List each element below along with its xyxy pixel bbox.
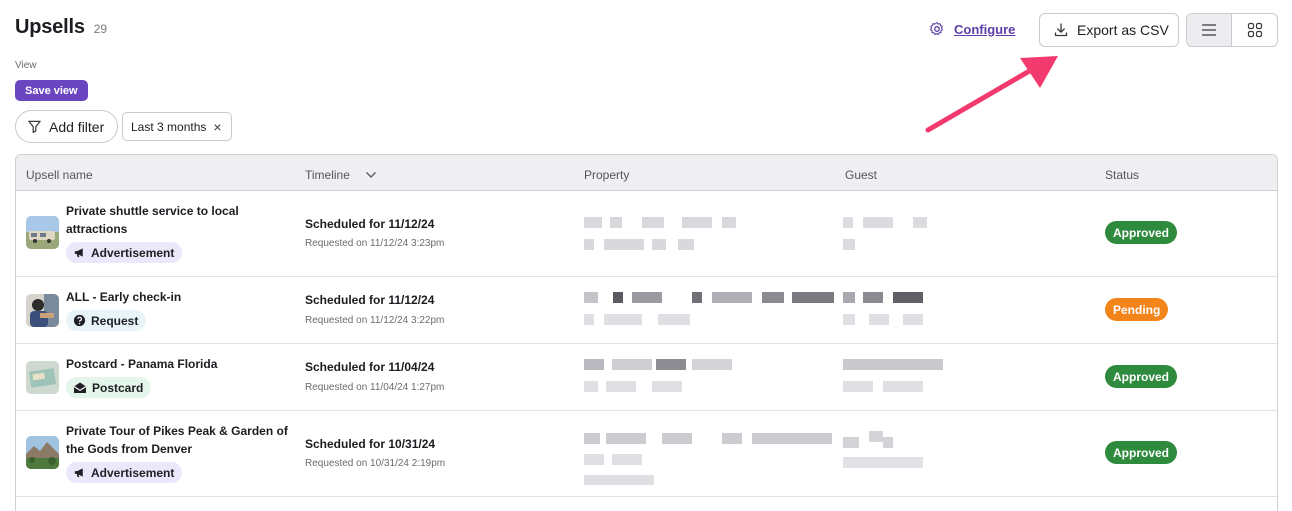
megaphone-icon (74, 248, 83, 258)
item-count: 29 (93, 22, 108, 36)
upsell-type-tag: Advertisement (66, 242, 183, 263)
filter-icon (28, 120, 41, 133)
annotation-arrow-icon (925, 56, 1058, 133)
close-icon[interactable]: × (213, 120, 221, 134)
export-csv-button[interactable]: Export as CSV (1039, 13, 1179, 47)
upsell-thumbnail (26, 216, 59, 249)
view-label: View (15, 60, 37, 71)
upsell-type-label: Request (91, 313, 139, 328)
requested-date: Requested on 11/04/24 1:27pm (305, 382, 445, 393)
add-filter-button[interactable]: Add filter (15, 110, 118, 143)
scheduled-date: Scheduled for 11/12/24 (305, 217, 435, 231)
save-view-button[interactable]: Save view (15, 80, 88, 101)
upsell-name[interactable]: Private Tour of Pikes Peak & Garden of t… (66, 422, 296, 458)
megaphone-icon (74, 468, 83, 478)
upsell-name[interactable]: Private shuttle service to local attract… (66, 202, 296, 238)
scheduled-date: Scheduled for 11/04/24 (305, 360, 435, 374)
upsells-table: Upsell name Timeline Property Guest Stat… (15, 154, 1278, 511)
view-toggle (1186, 13, 1278, 47)
download-icon (1054, 23, 1068, 37)
status-badge: Approved (1105, 365, 1178, 388)
column-header-timeline[interactable]: Timeline (305, 168, 377, 182)
add-filter-label: Add filter (49, 118, 105, 135)
question-icon (73, 314, 86, 327)
upsell-type-tag: Advertisement (66, 462, 183, 483)
column-header-guest[interactable]: Guest (845, 168, 877, 182)
column-header-timeline-label: Timeline (305, 168, 350, 182)
upsell-name[interactable]: Postcard - Panama Florida (66, 355, 296, 373)
upsell-type-tag: Request (66, 310, 147, 331)
guest-redacted (843, 287, 953, 337)
chevron-down-icon (365, 172, 376, 178)
configure-link[interactable]: Configure (929, 21, 1015, 37)
table-header: Upsell name Timeline Property Guest Stat… (16, 155, 1277, 191)
export-csv-label: Export as CSV (1077, 22, 1169, 38)
upsell-type-label: Advertisement (91, 465, 175, 480)
upsell-name[interactable]: ALL - Early check-in (66, 288, 296, 306)
filter-chip-label: Last 3 months (131, 119, 207, 134)
status-badge: Approved (1105, 221, 1178, 244)
column-header-status[interactable]: Status (1105, 168, 1139, 182)
filter-chip-date-range[interactable]: Last 3 months × (122, 112, 232, 141)
table-row[interactable]: Private Tour of Pikes Peak & Garden of t… (16, 411, 1277, 497)
list-view-button[interactable] (1187, 14, 1233, 46)
configure-label: Configure (954, 21, 1016, 37)
requested-date: Requested on 11/12/24 3:23pm (305, 238, 445, 249)
property-redacted (582, 287, 842, 337)
property-redacted (582, 354, 782, 404)
property-redacted (582, 427, 842, 487)
upsell-type-tag: Postcard (66, 377, 152, 398)
table-row[interactable]: Private shuttle service to local attract… (16, 191, 1277, 277)
upsell-type-label: Postcard (92, 380, 144, 395)
guest-redacted (843, 211, 973, 267)
column-header-property[interactable]: Property (584, 168, 629, 182)
status-badge: Pending (1105, 298, 1169, 321)
requested-date: Requested on 11/12/24 3:22pm (305, 315, 445, 326)
guest-redacted (843, 427, 953, 487)
table-row[interactable]: ALL - Early check-in Request Scheduled f… (16, 277, 1277, 344)
page-header: Upsells 29 (15, 16, 107, 39)
upsell-thumbnail (26, 361, 59, 394)
gear-icon (929, 21, 944, 36)
list-icon (1202, 24, 1216, 36)
status-badge: Approved (1105, 441, 1178, 464)
table-row[interactable]: Postcard - Panama Florida Postcard Sched… (16, 344, 1277, 411)
scheduled-date: Scheduled for 10/31/24 (305, 437, 436, 451)
guest-redacted (843, 354, 953, 404)
upsell-thumbnail (26, 436, 59, 469)
grid-icon (1247, 22, 1262, 38)
page-title: Upsells (15, 16, 85, 38)
scheduled-date: Scheduled for 11/12/24 (305, 293, 435, 307)
column-header-name[interactable]: Upsell name (26, 168, 93, 182)
upsell-thumbnail (26, 294, 59, 327)
requested-date: Requested on 10/31/24 2:19pm (305, 458, 446, 469)
envelope-icon (73, 382, 87, 393)
upsell-type-label: Advertisement (91, 245, 175, 260)
grid-view-button[interactable] (1232, 14, 1277, 46)
property-redacted (582, 211, 832, 267)
